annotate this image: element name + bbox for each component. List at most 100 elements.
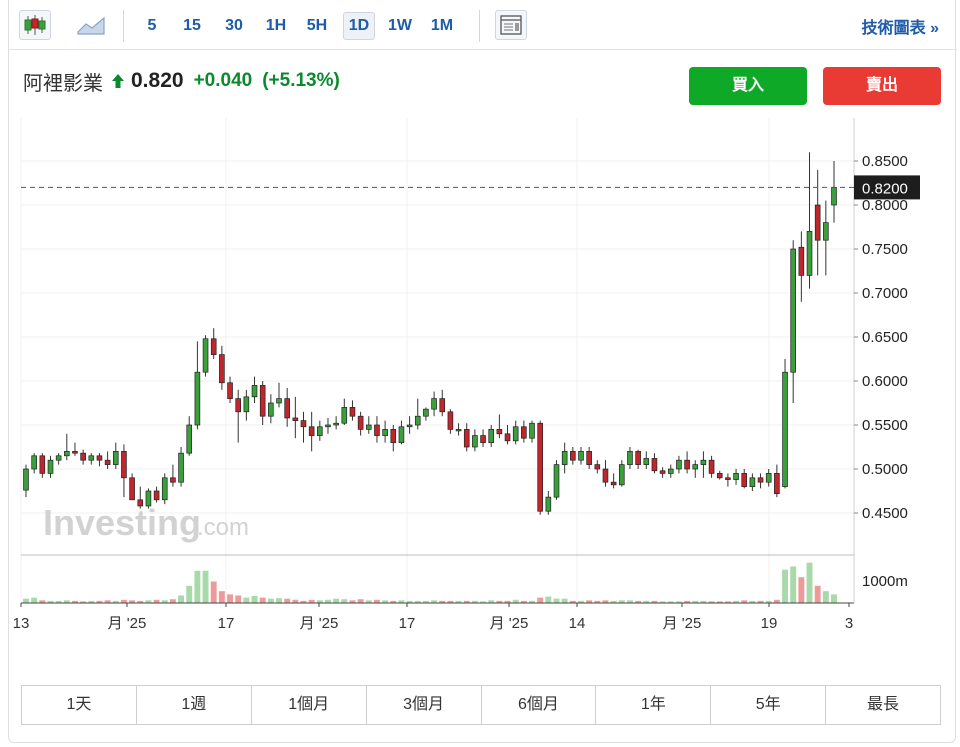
candle-body: [716, 473, 723, 479]
candle-body: [823, 222, 829, 241]
candle-body: [545, 496, 552, 512]
y-tick-label: 0.8000: [862, 197, 908, 214]
candle-body: [814, 204, 821, 241]
candle-body: [170, 477, 176, 483]
volume-bar: [822, 591, 829, 603]
candle-body: [439, 398, 446, 413]
candle-body: [145, 490, 152, 507]
chart-widget: 5 15 30 1H 5H 1D 1W 1M 技術圖表 » 阿裡影業 0.820…: [8, 0, 957, 743]
y-tick-label: 0.5000: [862, 461, 908, 478]
x-tick-label: 17: [399, 615, 416, 632]
volume-bar: [251, 596, 258, 603]
candle-body: [455, 429, 462, 432]
volume-bar: [202, 570, 209, 603]
period-1y[interactable]: 1年: [596, 686, 712, 724]
candle-body: [733, 473, 739, 480]
period-3m[interactable]: 3個月: [367, 686, 482, 724]
volume-bar: [341, 599, 348, 603]
period-max[interactable]: 最長: [826, 686, 940, 724]
candle-body: [276, 398, 282, 404]
price-chart[interactable]: Investing.com 0.8500 0.8000 0.7500 0.7000 0.6…: [9, 0, 957, 640]
candle-body: [382, 429, 388, 436]
candle-body: [64, 451, 70, 457]
y-tick-label: 0.4500: [862, 505, 908, 522]
volume-bar: [284, 598, 291, 603]
volume-bar: [806, 562, 813, 603]
candle-body: [553, 464, 560, 498]
candle-body: [512, 426, 519, 442]
volume-bar: [790, 566, 797, 603]
candle-body: [210, 338, 217, 355]
candle-body: [594, 464, 601, 470]
candle-body: [667, 468, 674, 474]
candle-body: [219, 354, 225, 384]
volume-bar: [831, 594, 837, 603]
candle-body: [80, 452, 86, 461]
period-5y[interactable]: 5年: [711, 686, 827, 724]
period-6m[interactable]: 6個月: [482, 686, 597, 724]
candle-body: [308, 426, 315, 436]
candle-body: [259, 385, 266, 417]
candle-body: [708, 459, 715, 474]
x-tick-label: 17: [218, 615, 235, 632]
volume-bar: [276, 598, 282, 603]
volume-bar: [814, 585, 821, 603]
candle-body: [202, 338, 209, 373]
candle-body: [268, 402, 274, 417]
candle-body: [161, 477, 168, 501]
volume-bar: [235, 595, 242, 603]
candle-body: [806, 231, 813, 276]
candle-body: [186, 424, 193, 454]
candle-body: [47, 459, 54, 474]
candle-body: [129, 477, 135, 501]
candle-body: [537, 422, 543, 512]
x-tick-label: 3: [845, 615, 853, 632]
candle-body: [700, 459, 707, 465]
volume-bar: [537, 597, 544, 603]
period-1m[interactable]: 1個月: [252, 686, 367, 724]
watermark-investing: Investing: [43, 502, 201, 543]
volume-bar: [243, 597, 250, 603]
candle-body: [72, 451, 78, 454]
candle-body: [39, 455, 46, 474]
period-1d[interactable]: 1天: [22, 686, 137, 724]
y-tick-label: 0.5500: [862, 417, 908, 434]
y-tick-label: 0.7500: [862, 241, 908, 258]
candle-body: [610, 481, 617, 486]
candle-body: [292, 417, 299, 421]
candle-body: [447, 411, 454, 430]
candle-body: [88, 455, 95, 461]
volume-bar: [357, 599, 364, 603]
candle-body: [31, 455, 37, 470]
candle-body: [790, 248, 796, 373]
candle-body: [235, 398, 242, 413]
volume-bar: [782, 569, 788, 603]
y-tick-label: 0.6000: [862, 373, 908, 390]
period-1w[interactable]: 1週: [137, 686, 252, 724]
candle-body: [749, 477, 756, 487]
y-tick-label: 0.8500: [862, 153, 908, 170]
candle-body: [414, 415, 421, 426]
candle-body: [651, 458, 658, 472]
volume-bar: [194, 570, 201, 603]
candle-body: [431, 398, 437, 410]
candle-body: [480, 435, 486, 443]
candle-body: [463, 429, 470, 448]
candle-body: [504, 433, 511, 442]
candle-body: [227, 382, 233, 399]
candle-body: [398, 426, 405, 443]
candle-body: [798, 246, 805, 276]
volume-bar: [23, 598, 29, 603]
candle-body: [725, 477, 731, 480]
x-tick-label: 月 '25: [300, 615, 339, 632]
candle-body: [374, 424, 380, 436]
candle-body: [627, 451, 633, 465]
candle-body: [137, 499, 144, 507]
candle-body: [741, 473, 748, 487]
volume-bar: [210, 581, 217, 603]
candle-body: [96, 455, 103, 461]
candle-body: [659, 470, 666, 474]
candle-body: [635, 451, 641, 465]
candle-body: [251, 385, 258, 398]
watermark-dotcom: .com: [197, 514, 249, 541]
